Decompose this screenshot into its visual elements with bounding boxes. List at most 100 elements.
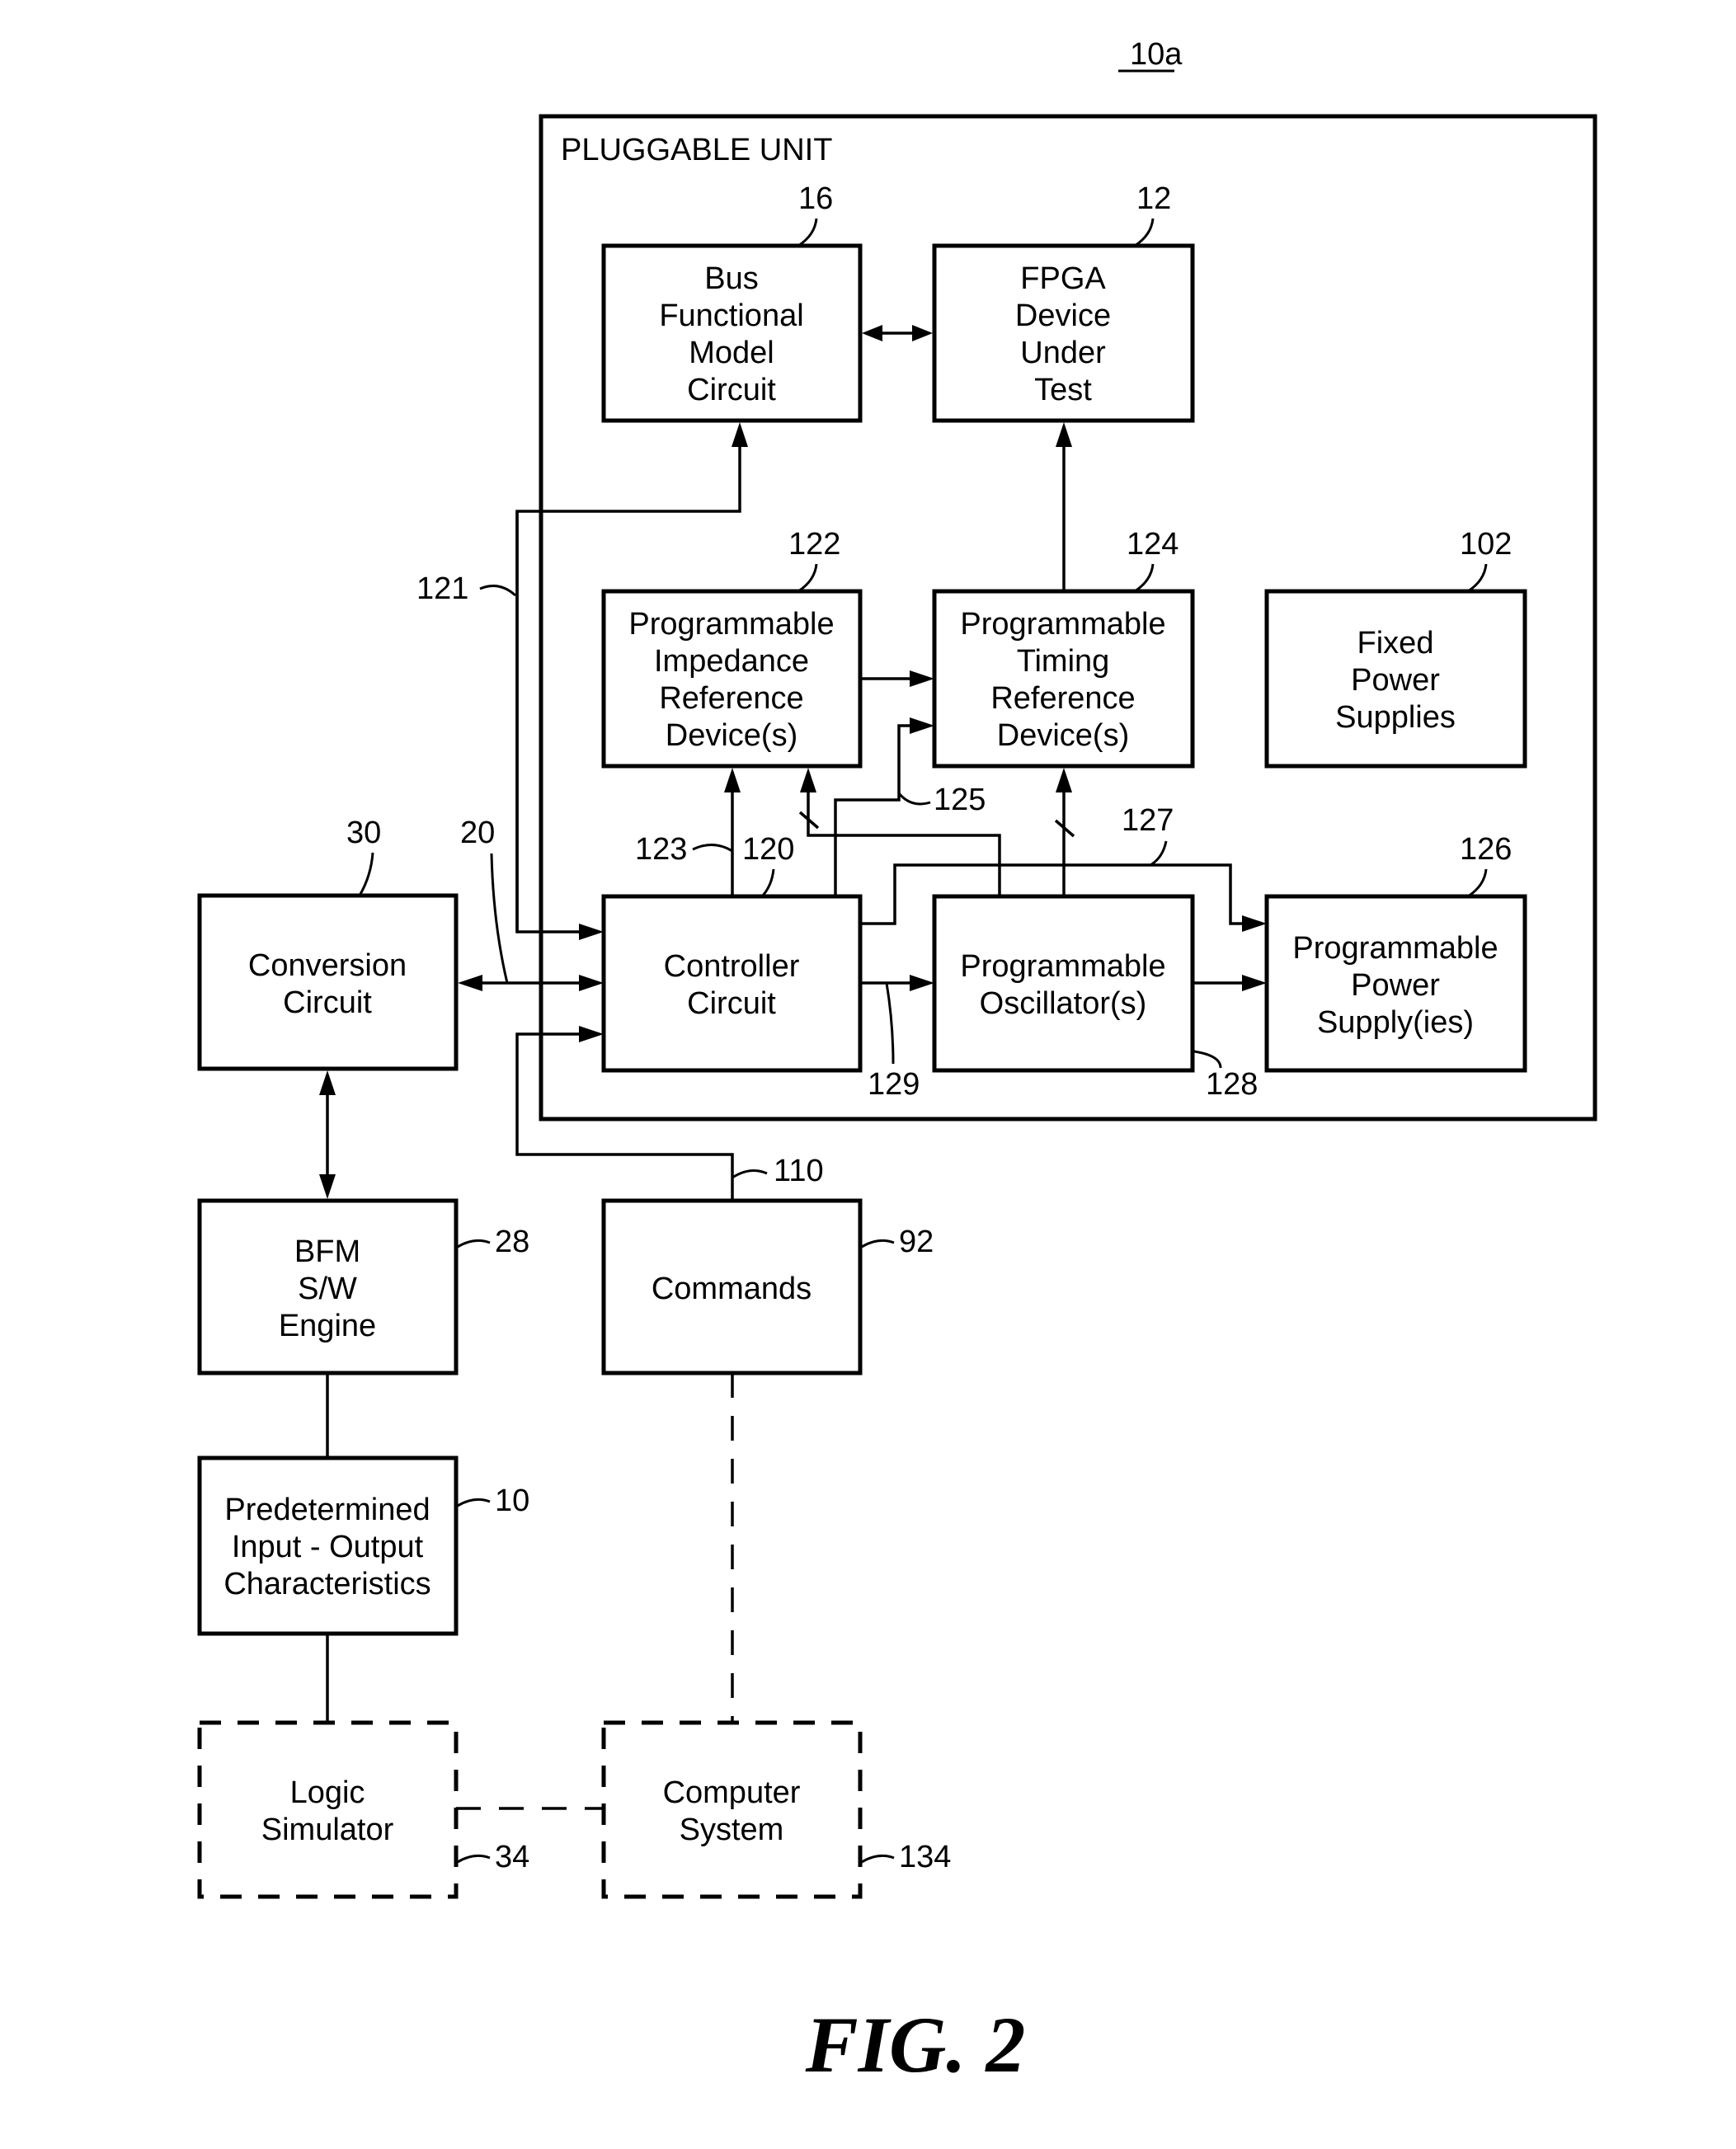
ref-110: 110 — [774, 1154, 824, 1188]
arrow-into-timing-upper — [910, 670, 934, 687]
leader-126 — [1467, 868, 1488, 898]
leader-125 — [897, 792, 931, 806]
svg-text:Characteristics: Characteristics — [223, 1567, 430, 1601]
svg-text:Under: Under — [1020, 336, 1106, 370]
block-fixed-power: Fixed Power Supplies — [1264, 589, 1527, 769]
leader-128 — [1193, 1050, 1222, 1069]
arrow-into-prog-power — [1242, 975, 1267, 991]
svg-text:Oscillator(s): Oscillator(s) — [980, 986, 1147, 1021]
ref-16: 16 — [798, 181, 833, 216]
leader-121 — [479, 584, 517, 597]
block-impedance-reference: Programmable Impedance Reference Device(… — [601, 589, 863, 769]
svg-text:Engine: Engine — [279, 1309, 376, 1343]
leader-92 — [861, 1239, 895, 1248]
ref-121: 121 — [416, 571, 468, 606]
ref-134: 134 — [899, 1840, 951, 1874]
ref-34: 34 — [495, 1840, 529, 1874]
svg-text:Model: Model — [689, 336, 774, 370]
arrow-20-into-controller — [579, 975, 604, 991]
block-prog-power: Programmable Power Supply(ies) — [1264, 894, 1527, 1073]
arrow-into-oscillator — [910, 975, 934, 991]
leader-20 — [490, 853, 509, 984]
arrow-into-impedance-left — [724, 768, 741, 792]
arrow-into-bfm-engine — [319, 1174, 336, 1199]
ref-125: 125 — [934, 783, 986, 817]
leader-12 — [1134, 218, 1155, 247]
block-bfm-circuit: Bus Functional Model Circuit — [601, 243, 863, 423]
svg-text:Programmable: Programmable — [1292, 931, 1498, 966]
leader-134 — [861, 1854, 895, 1864]
svg-text:Reference: Reference — [659, 681, 803, 716]
block-commands: Commands — [601, 1198, 863, 1375]
block-fpga: FPGA Device Under Test — [932, 243, 1195, 423]
svg-text:Controller: Controller — [664, 949, 800, 984]
leader-34 — [457, 1854, 491, 1864]
svg-text:Reference: Reference — [990, 681, 1135, 716]
arrow-121-into-controller — [579, 924, 604, 940]
ref-127: 127 — [1122, 803, 1174, 838]
svg-text:Supply(ies): Supply(ies) — [1317, 1005, 1474, 1040]
block-predetermined: Predetermined Input - Output Characteris… — [197, 1455, 459, 1636]
svg-text:Test: Test — [1034, 373, 1092, 407]
svg-text:Impedance: Impedance — [654, 644, 809, 679]
leader-123 — [692, 844, 733, 853]
arrow-to-fpga-right — [912, 325, 933, 341]
arrow-into-fpga — [1056, 422, 1072, 447]
svg-text:Bus: Bus — [704, 261, 758, 296]
svg-text:Circuit: Circuit — [687, 373, 776, 407]
arrow-into-conversion-bottom — [319, 1070, 336, 1095]
svg-text:Logic: Logic — [290, 1775, 365, 1810]
arrow-into-prog-power-upper — [1242, 915, 1267, 932]
ref-10: 10 — [495, 1484, 529, 1518]
ref-120: 120 — [742, 832, 794, 867]
svg-text:Timing: Timing — [1017, 644, 1110, 679]
svg-text:Computer: Computer — [663, 1775, 801, 1810]
svg-text:Fixed: Fixed — [1357, 626, 1434, 661]
ref-126: 126 — [1460, 832, 1512, 867]
block-conversion: Conversion Circuit — [197, 893, 459, 1071]
ref-92: 92 — [899, 1225, 934, 1259]
pluggable-unit-title: PLUGGABLE UNIT — [561, 133, 832, 167]
svg-text:S/W: S/W — [298, 1272, 357, 1306]
svg-text:Programmable: Programmable — [628, 607, 834, 642]
svg-text:Input - Output: Input - Output — [232, 1530, 424, 1564]
ref-102: 102 — [1460, 527, 1512, 562]
leader-102 — [1467, 563, 1488, 593]
leader-110 — [732, 1169, 768, 1179]
svg-text:Predetermined: Predetermined — [224, 1493, 430, 1527]
arrow-into-conversion — [458, 975, 482, 991]
svg-text:Circuit: Circuit — [283, 985, 372, 1020]
svg-text:Programmable: Programmable — [960, 607, 1165, 642]
leader-28 — [457, 1239, 491, 1248]
arrow-into-impedance-right — [800, 768, 816, 792]
block-logic-simulator: Logic Simulator — [197, 1720, 459, 1899]
bus-121-to-controller — [515, 511, 587, 933]
svg-text:System: System — [680, 1813, 784, 1847]
leader-124 — [1134, 563, 1155, 593]
leader-122 — [797, 563, 818, 593]
arrow-110-into-controller — [579, 1026, 604, 1042]
svg-text:Device(s): Device(s) — [666, 718, 797, 753]
leader-129 — [885, 982, 895, 1065]
ref-28: 28 — [495, 1225, 529, 1259]
ref-123: 123 — [635, 832, 687, 867]
svg-text:Functional: Functional — [659, 299, 803, 333]
block-controller: Controller Circuit — [601, 894, 863, 1073]
block-oscillator: Programmable Oscillator(s) — [932, 894, 1195, 1073]
block-bfm-engine: BFM S/W Engine — [197, 1198, 459, 1375]
ref-12: 12 — [1136, 181, 1171, 216]
svg-text:Programmable: Programmable — [960, 949, 1165, 984]
svg-text:Supplies: Supplies — [1335, 700, 1456, 735]
svg-text:Circuit: Circuit — [687, 986, 776, 1021]
ref-122: 122 — [788, 527, 840, 562]
block-computer-system: Computer System — [601, 1720, 863, 1899]
figure-caption: FIG. 2 — [805, 2001, 1026, 2089]
ref-129: 129 — [868, 1067, 920, 1102]
figure-ref-label: 10a — [1130, 37, 1183, 72]
svg-text:Simulator: Simulator — [261, 1813, 394, 1847]
svg-text:Power: Power — [1351, 968, 1440, 1003]
leader-30 — [358, 852, 374, 896]
svg-text:BFM: BFM — [294, 1234, 360, 1269]
ref-30: 30 — [346, 816, 381, 850]
svg-text:FPGA: FPGA — [1020, 261, 1106, 296]
